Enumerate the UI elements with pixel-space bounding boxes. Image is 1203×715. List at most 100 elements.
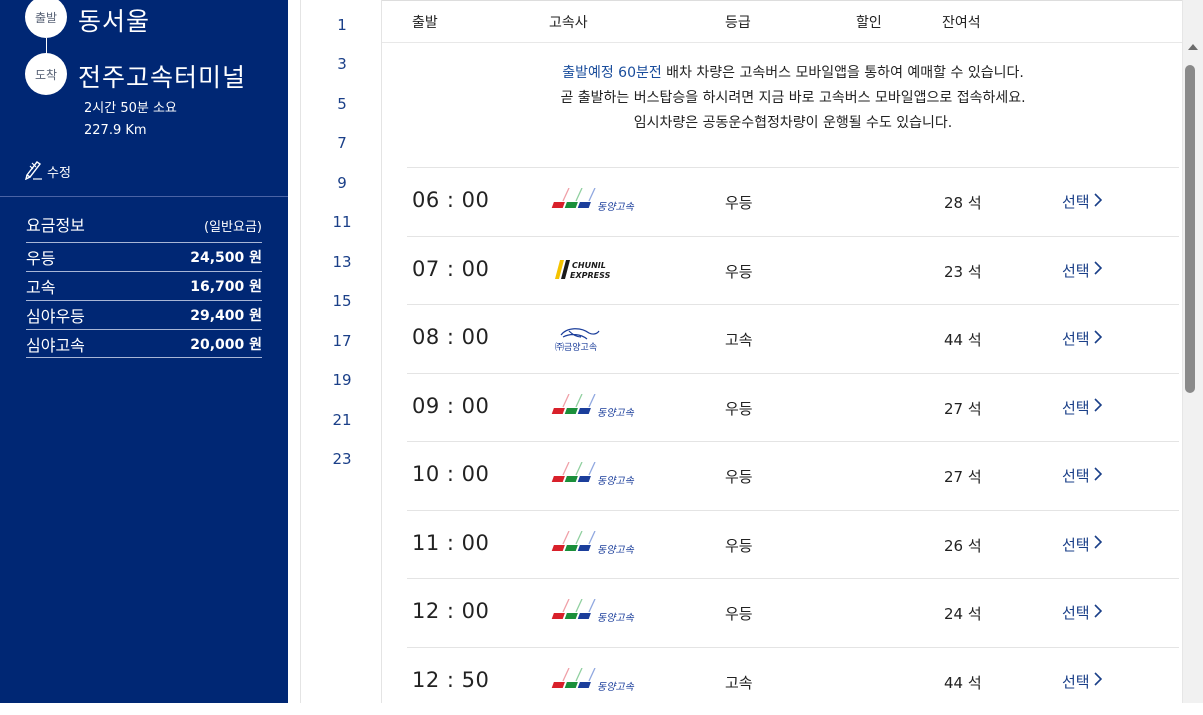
select-button[interactable]: 선택 [1062, 191, 1102, 212]
svg-text:동양고속: 동양고속 [597, 475, 635, 487]
hour-link[interactable]: 17 [301, 332, 383, 350]
select-label: 선택 [1062, 534, 1090, 555]
company-logo: 동양고속 [547, 599, 647, 627]
edit-route-button[interactable]: 수정 [24, 158, 71, 184]
schedule-row: 11 : 00 동양고속 우등 26 석 선택 [407, 510, 1179, 579]
depart-time: 12 : 00 [412, 599, 489, 623]
hour-link[interactable]: 19 [301, 371, 383, 389]
notice: 출발예정 60분전 배차 차량은 고속버스 모바일앱을 통하여 예매할 수 있습… [407, 61, 1179, 136]
select-button[interactable]: 선택 [1062, 328, 1102, 349]
fare-name: 고속 [26, 274, 55, 298]
svg-text:CHUNIL: CHUNIL [572, 261, 606, 270]
select-button[interactable]: 선택 [1062, 671, 1102, 692]
panel-divider [0, 196, 288, 197]
svg-text:동양고속: 동양고속 [597, 201, 635, 213]
table-header: 출발 고속사 등급 할인 잔여석 [382, 1, 1182, 43]
company-logo: 동양고속 [547, 394, 647, 422]
hour-link[interactable]: 15 [301, 292, 383, 310]
bus-grade: 고속 [725, 329, 753, 350]
schedule-list: 06 : 00 동양고속 우등 28 석 선택 07 : 00 CHUNIL E… [407, 167, 1179, 715]
select-button[interactable]: 선택 [1062, 534, 1102, 555]
select-button[interactable]: 선택 [1062, 260, 1102, 281]
scrollbar[interactable] [1182, 0, 1203, 703]
arrive-city: 전주고속터미널 [78, 58, 246, 94]
company-logo: ㈜금양고속 [547, 325, 647, 353]
fare-price: 16,700 원 [190, 276, 262, 296]
hour-nav: 1 3 5 7 9 11 13 15 17 19 21 23 [300, 0, 382, 703]
fare-price: 20,000 원 [190, 334, 262, 354]
fare-title: 요금정보 [26, 212, 85, 236]
fare-subtitle: (일반요금) [204, 216, 262, 235]
company-logo: 동양고속 [547, 531, 647, 559]
remaining-seats: 44 석 [944, 672, 982, 693]
notice-line-1-rest: 배차 차량은 고속버스 모바일앱을 통하여 예매할 수 있습니다. [662, 65, 1024, 81]
bus-grade: 우등 [725, 535, 753, 556]
svg-text:EXPRESS: EXPRESS [570, 271, 611, 280]
hour-link[interactable]: 3 [301, 55, 383, 73]
depart-city: 동서울 [78, 2, 150, 38]
fare-header: 요금정보 (일반요금) [26, 212, 262, 236]
svg-text:동양고속: 동양고속 [597, 681, 635, 693]
chevron-right-icon [1094, 604, 1102, 622]
bus-grade: 고속 [725, 672, 753, 693]
fare-name: 심야우등 [26, 303, 85, 327]
remaining-seats: 23 석 [944, 261, 982, 282]
select-label: 선택 [1062, 671, 1090, 692]
select-button[interactable]: 선택 [1062, 397, 1102, 418]
depart-time: 10 : 00 [412, 462, 489, 486]
fare-row: 심야우등 29,400 원 [26, 300, 262, 329]
hour-link[interactable]: 5 [301, 95, 383, 113]
select-label: 선택 [1062, 465, 1090, 486]
hour-link[interactable]: 13 [301, 253, 383, 271]
schedule-row: 07 : 00 CHUNIL EXPRESS 우등 23 석 선택 [407, 236, 1179, 305]
svg-text:동양고속: 동양고속 [597, 612, 635, 624]
company-logo: CHUNIL EXPRESS [547, 257, 647, 285]
remaining-seats: 27 석 [944, 466, 982, 487]
fare-name: 우등 [26, 245, 55, 269]
bus-grade: 우등 [725, 398, 753, 419]
chevron-right-icon [1094, 193, 1102, 211]
schedule-row: 06 : 00 동양고속 우등 28 석 선택 [407, 167, 1179, 236]
edit-label: 수정 [47, 162, 71, 181]
remaining-seats: 24 석 [944, 603, 982, 624]
depart-time: 07 : 00 [412, 257, 489, 281]
depart-tag: 출발 [25, 0, 67, 38]
notice-line-2: 곧 출발하는 버스탑승을 하시려면 지금 바로 고속버스 모바일앱으로 접속하세… [407, 86, 1179, 111]
fare-price: 24,500 원 [190, 247, 262, 267]
depart-time: 06 : 00 [412, 188, 489, 212]
hour-link[interactable]: 1 [301, 16, 383, 34]
bus-grade: 우등 [725, 466, 753, 487]
header-discount: 할인 [856, 12, 882, 32]
remaining-seats: 44 석 [944, 329, 982, 350]
remaining-seats: 28 석 [944, 192, 982, 213]
notice-line-1: 출발예정 60분전 배차 차량은 고속버스 모바일앱을 통하여 예매할 수 있습… [407, 61, 1179, 86]
select-button[interactable]: 선택 [1062, 602, 1102, 623]
scroll-up-icon[interactable] [1188, 44, 1198, 50]
svg-text:동양고속: 동양고속 [597, 544, 635, 556]
hour-link[interactable]: 9 [301, 174, 383, 192]
arrive-tag: 도착 [25, 53, 67, 95]
header-depart: 출발 [412, 12, 438, 32]
select-label: 선택 [1062, 260, 1090, 281]
hour-link[interactable]: 11 [301, 213, 383, 231]
pencil-icon [24, 158, 44, 184]
schedule-row: 10 : 00 동양고속 우등 27 석 선택 [407, 441, 1179, 510]
distance: 227.9 Km [84, 123, 147, 138]
chevron-right-icon [1094, 261, 1102, 279]
select-label: 선택 [1062, 191, 1090, 212]
svg-text:㈜금양고속: ㈜금양고속 [555, 341, 597, 353]
bus-grade: 우등 [725, 603, 753, 624]
schedule-row: 12 : 00 동양고속 우등 24 석 선택 [407, 578, 1179, 647]
hour-link[interactable]: 7 [301, 134, 383, 152]
schedule-panel: 출발 고속사 등급 할인 잔여석 출발예정 60분전 배차 차량은 고속버스 모… [382, 0, 1182, 703]
scroll-thumb[interactable] [1185, 65, 1195, 393]
select-label: 선택 [1062, 397, 1090, 418]
chevron-right-icon [1094, 535, 1102, 553]
route-summary-panel: 출발 동서울 도착 전주고속터미널 2시간 50분 소요 227.9 Km 수정… [0, 0, 288, 703]
depart-time: 09 : 00 [412, 394, 489, 418]
select-button[interactable]: 선택 [1062, 465, 1102, 486]
hour-link[interactable]: 23 [301, 450, 383, 468]
hour-link[interactable]: 21 [301, 411, 383, 429]
chevron-right-icon [1094, 467, 1102, 485]
bus-grade: 우등 [725, 192, 753, 213]
